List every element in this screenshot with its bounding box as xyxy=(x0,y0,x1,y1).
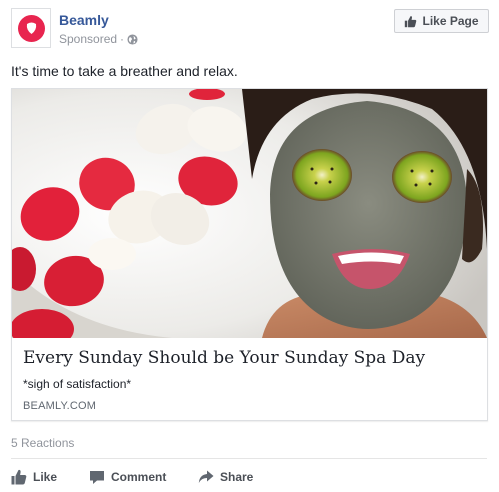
sponsored-row: Sponsored · xyxy=(59,31,138,47)
page-name-link[interactable]: Beamly xyxy=(59,12,109,28)
share-button[interactable]: Share xyxy=(198,468,253,486)
spa-hero-image[interactable] xyxy=(12,89,487,338)
beamly-logo-icon xyxy=(18,15,45,42)
thumbs-up-icon xyxy=(11,469,27,485)
share-icon xyxy=(198,470,214,483)
actions-divider xyxy=(11,458,487,459)
like-page-button[interactable]: Like Page xyxy=(394,9,489,33)
comment-button[interactable]: Comment xyxy=(89,468,166,486)
thumbs-up-icon xyxy=(405,15,417,27)
page-avatar[interactable] xyxy=(11,8,51,48)
like-button[interactable]: Like xyxy=(11,468,57,486)
action-bar: Like Comment Share xyxy=(11,468,487,486)
separator-dot: · xyxy=(120,32,125,46)
share-label: Share xyxy=(220,470,254,484)
link-attachment[interactable]: Every Sunday Should be Your Sunday Spa D… xyxy=(11,88,488,421)
post-message: It's time to take a breather and relax. xyxy=(11,63,238,79)
link-caption[interactable]: Every Sunday Should be Your Sunday Spa D… xyxy=(12,338,487,420)
link-description: *sigh of satisfaction* xyxy=(23,377,132,391)
like-page-label: Like Page xyxy=(422,14,479,28)
sponsored-label[interactable]: Sponsored xyxy=(59,32,117,46)
comment-icon xyxy=(90,471,104,484)
link-headline[interactable]: Every Sunday Should be Your Sunday Spa D… xyxy=(23,348,425,368)
link-domain: BEAMLY.COM xyxy=(23,400,97,412)
comment-label: Comment xyxy=(111,470,167,484)
reactions-count[interactable]: 5 Reactions xyxy=(11,436,74,450)
globe-icon[interactable] xyxy=(127,33,138,45)
sponsored-post: Beamly Sponsored · Like Page It's time t… xyxy=(0,0,499,492)
like-label: Like xyxy=(33,470,58,484)
post-header: Beamly Sponsored · Like Page xyxy=(11,8,489,50)
